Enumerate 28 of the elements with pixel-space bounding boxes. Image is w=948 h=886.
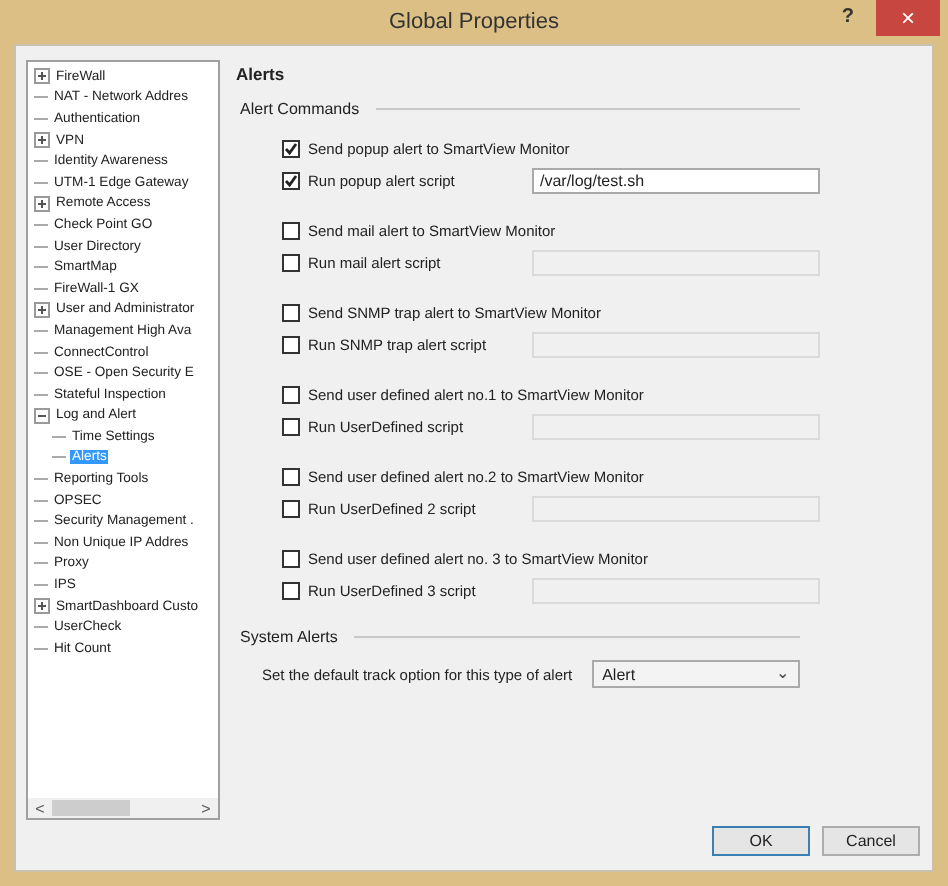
window-title: Global Properties bbox=[389, 10, 559, 34]
dialog-button[interactable]: Cancel bbox=[822, 826, 920, 856]
checkbox[interactable] bbox=[282, 386, 300, 404]
checkbox[interactable] bbox=[282, 172, 300, 190]
expand-icon[interactable] bbox=[34, 301, 50, 318]
help-button[interactable]: ? bbox=[837, 6, 858, 28]
checkmark-icon bbox=[284, 174, 298, 188]
expand-icon[interactable] bbox=[34, 132, 50, 149]
section-title: Alert Commands bbox=[240, 100, 360, 118]
checkbox[interactable] bbox=[282, 468, 300, 486]
collapse-icon[interactable] bbox=[34, 407, 50, 424]
checkbox[interactable] bbox=[282, 140, 300, 158]
dialog-button[interactable]: OK bbox=[712, 826, 810, 856]
scroll-right-button[interactable]: > bbox=[194, 798, 218, 818]
expand-icon[interactable] bbox=[34, 68, 50, 85]
expand-icon[interactable] bbox=[34, 598, 50, 615]
close-button[interactable]: × bbox=[876, 0, 940, 36]
script-path-field[interactable]: /var/log/test.sh bbox=[532, 168, 820, 194]
scrollbar-thumb[interactable] bbox=[52, 800, 131, 816]
checkbox[interactable] bbox=[282, 304, 300, 322]
page-title: Alerts bbox=[236, 64, 287, 84]
expand-icon[interactable] bbox=[34, 195, 50, 212]
section-title: System Alerts bbox=[240, 628, 338, 646]
checkbox[interactable] bbox=[282, 550, 300, 568]
checkbox[interactable] bbox=[282, 222, 300, 240]
checkmark-icon bbox=[284, 142, 298, 156]
track-option-dropdown[interactable]: Alert ⌄ bbox=[592, 660, 801, 688]
scroll-left-button[interactable]: < bbox=[28, 798, 52, 818]
